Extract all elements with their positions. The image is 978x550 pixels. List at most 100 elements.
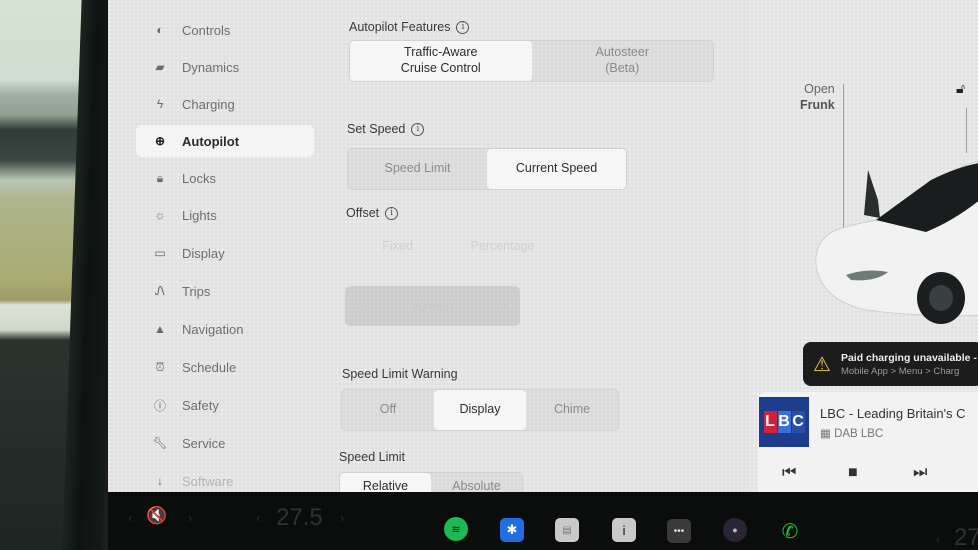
display-icon: ▭	[154, 246, 166, 260]
bluetooth-icon[interactable]: ✱	[500, 518, 524, 542]
next-track-button[interactable]: ⏭	[913, 464, 927, 482]
section-title: Speed Limit	[339, 450, 406, 464]
sidebar-item-safety[interactable]: ⓘ Safety	[136, 389, 314, 421]
lock-icon: 🔒︎	[156, 170, 164, 185]
option-percentage[interactable]: Percentage	[450, 230, 555, 264]
sidebar-item-dynamics[interactable]: ▰ Dynamics	[136, 51, 314, 83]
option-label: (Beta)	[605, 61, 640, 75]
option-display[interactable]: Display	[434, 390, 526, 430]
info-icon[interactable]: i	[456, 20, 470, 34]
option-current-speed[interactable]: Current Speed	[487, 149, 626, 189]
autopilot-settings-panel: Autopilot Features i Traffic-Aware Cruise…	[333, 0, 753, 502]
section-title: Offset	[346, 206, 380, 220]
station-logo: L B C	[759, 397, 809, 447]
sidebar-item-label: Autopilot	[182, 133, 240, 149]
car-side-mirror	[864, 170, 880, 218]
driver-temperature[interactable]: 27.5	[276, 504, 323, 532]
sidebar-item-controls[interactable]: ◐ Controls	[136, 14, 314, 46]
autopilot-features-heading: Autopilot Features i	[349, 20, 470, 34]
sidebar-item-label: Dynamics	[182, 59, 240, 75]
volume-down-arrow[interactable]: ‹	[128, 510, 132, 525]
phone-icon[interactable]: ✆	[778, 519, 802, 543]
safety-icon: ⓘ	[153, 398, 166, 413]
paid-charging-alert[interactable]: ⚠ Paid charging unavailable - Mobile App…	[803, 342, 978, 386]
open-frunk-button[interactable]: Open Frunk	[800, 82, 835, 113]
stop-button[interactable]: ■	[848, 464, 858, 482]
sidebar-item-autopilot[interactable]: ⊕ Autopilot	[136, 125, 314, 157]
media-title: LBC - Leading Britain's C	[820, 406, 966, 421]
frunk-label-line2: Frunk	[800, 97, 835, 112]
muted-speaker-icon[interactable]: 🔇	[146, 506, 167, 526]
option-chime[interactable]: Chime	[526, 390, 618, 430]
sidebar-item-label: Trips	[182, 283, 211, 299]
autopilot-features-segmented-control: Traffic-Aware Cruise Control Autosteer (Be…	[349, 40, 714, 82]
sidebar-item-label: Safety	[182, 397, 219, 413]
camera-icon[interactable]: ●	[723, 518, 747, 542]
sidebar-item-lights[interactable]: ☼ Lights	[136, 199, 314, 231]
passenger-temperature[interactable]: 27.	[954, 524, 978, 550]
sidebar-item-trips[interactable]: Ꮑ Trips	[136, 275, 314, 307]
volume-up-arrow[interactable]: ›	[188, 510, 192, 525]
media-player-card: L B C LBC - Leading Britain's C ▦ DAB LB…	[758, 392, 978, 500]
speed-limit-warning-segmented-control: Off Display Chime	[341, 389, 619, 431]
previous-track-button[interactable]: ⏮	[782, 464, 796, 482]
navigation-arrow-icon: ▲	[154, 322, 166, 336]
sidebar-item-label: Service	[182, 435, 226, 451]
sidebar-item-label: Controls	[182, 22, 231, 38]
driver-temp-up-arrow[interactable]: ›	[340, 510, 344, 525]
sidebar-item-label: Display	[182, 245, 225, 261]
option-label: Traffic-Aware	[404, 45, 478, 60]
decrement-button[interactable]: −	[357, 299, 364, 313]
sidebar-item-label: Software	[182, 473, 234, 489]
media-source: ▦ DAB LBC	[820, 426, 883, 440]
sidebar-item-charging[interactable]: ϟ Charging	[136, 88, 314, 120]
offset-segmented-control: Fixed Percentage	[345, 230, 555, 264]
notes-icon[interactable]: i	[612, 518, 636, 542]
bottom-taskbar: ‹ 🔇 › ‹ 27.5 › ≋ ✱ ▤ i ••• ● ✆ ‹ 27.	[108, 492, 978, 550]
frunk-label-line1: Open	[804, 82, 835, 96]
section-title: Set Speed	[347, 122, 406, 136]
offset-value: +0 mph	[412, 299, 453, 313]
increment-button[interactable]: +	[501, 299, 508, 313]
option-traffic-aware-cruise-control[interactable]: Traffic-Aware Cruise Control	[350, 41, 532, 81]
unlocked-padlock-icon[interactable]: 🔓︎	[956, 80, 965, 97]
section-title: Speed Limit Warning	[342, 367, 458, 381]
tesla-screen-photo: ◐ Controls ▰ Dynamics ϟ Charging ⊕ Autop…	[0, 0, 978, 550]
alert-detail: Mobile App > Menu > Charg	[840, 365, 960, 377]
sidebar-item-display[interactable]: ▭ Display	[136, 237, 314, 269]
touchscreen: ◐ Controls ▰ Dynamics ϟ Charging ⊕ Autop…	[108, 0, 978, 506]
calendar-icon[interactable]: ▤	[555, 518, 579, 542]
logo-letter: B	[777, 411, 791, 433]
sidebar-item-label: Navigation	[182, 321, 244, 337]
sidebar-item-label: Schedule	[182, 359, 237, 375]
sidebar-item-schedule[interactable]: ⏰︎ Schedule	[136, 351, 314, 383]
offset-heading: Offset i	[346, 206, 399, 220]
set-speed-segmented-control: Speed Limit Current Speed	[347, 148, 627, 190]
option-autosteer-beta[interactable]: Autosteer (Beta)	[532, 41, 714, 81]
light-bulb-icon: ☼	[154, 208, 166, 222]
driver-temp-down-arrow[interactable]: ‹	[256, 510, 260, 525]
info-icon[interactable]: i	[385, 206, 399, 220]
sidebar-item-label: Locks	[182, 170, 216, 186]
alert-title: Paid charging unavailable -	[840, 351, 977, 364]
vehicle-panel: Open Frunk 🔓︎ ⚠ Paid charging unavailabl…	[748, 0, 978, 506]
section-title: Autopilot Features	[349, 20, 451, 34]
logo-letter: C	[791, 411, 805, 433]
option-fixed[interactable]: Fixed	[345, 230, 450, 264]
trips-icon: Ꮑ	[154, 283, 165, 298]
sidebar-item-locks[interactable]: 🔒︎ Locks	[136, 162, 314, 194]
speed-limit-heading: Speed Limit	[339, 450, 405, 464]
spotify-icon[interactable]: ≋	[444, 517, 468, 541]
option-off[interactable]: Off	[342, 390, 434, 430]
info-icon[interactable]: i	[411, 122, 425, 136]
car-wheel-hub	[929, 285, 953, 311]
more-apps-icon[interactable]: •••	[667, 519, 691, 543]
passenger-temp-down-arrow[interactable]: ‹	[936, 532, 940, 547]
option-speed-limit[interactable]: Speed Limit	[348, 149, 487, 189]
sidebar-item-navigation[interactable]: ▲ Navigation	[136, 313, 314, 345]
sidebar-item-label: Lights	[182, 207, 217, 223]
sidebar-item-service[interactable]: 🔧︎ Service	[136, 427, 314, 459]
steering-wheel-icon: ⊕	[154, 134, 166, 148]
media-source-label: DAB LBC	[834, 428, 884, 440]
speed-limit-warning-heading: Speed Limit Warning	[342, 367, 458, 381]
